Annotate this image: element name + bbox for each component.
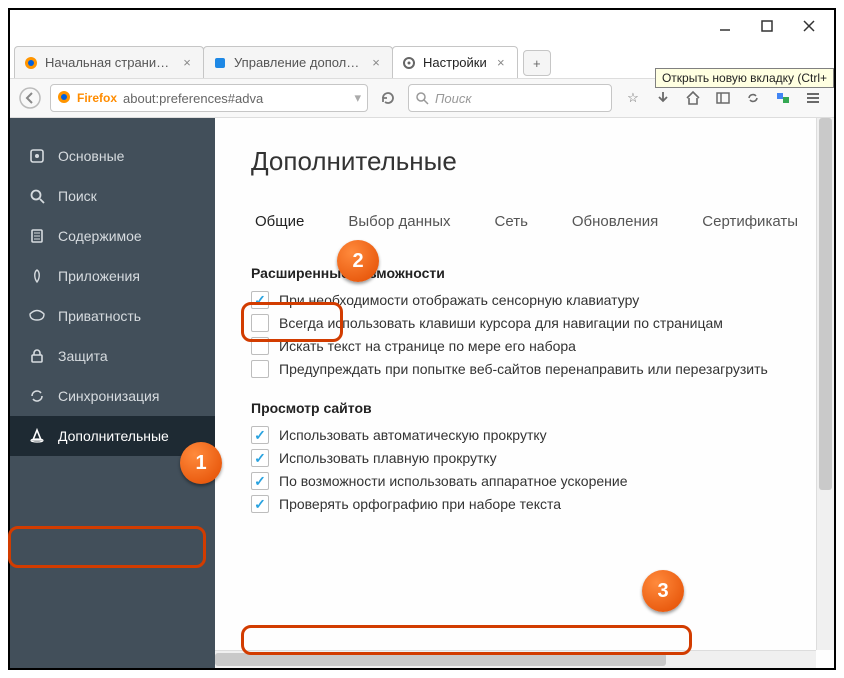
tab-close-icon[interactable]: ×: [368, 55, 384, 71]
annotation-badge-3: 3: [642, 570, 684, 612]
general-icon: [28, 147, 46, 165]
checkbox[interactable]: [251, 449, 269, 467]
mask-icon: [28, 307, 46, 325]
subtab-general[interactable]: Общие: [251, 205, 308, 238]
sidebar-item-general[interactable]: Основные: [10, 136, 215, 176]
sidebar-item-security[interactable]: Защита: [10, 336, 215, 376]
checkbox[interactable]: [251, 426, 269, 444]
wizard-hat-icon: [28, 427, 46, 445]
lock-icon: [28, 347, 46, 365]
sync-icon[interactable]: [738, 84, 768, 112]
search-placeholder: Поиск: [435, 91, 472, 106]
checkbox[interactable]: [251, 495, 269, 513]
sidebar-item-search[interactable]: Поиск: [10, 176, 215, 216]
home-icon[interactable]: [678, 84, 708, 112]
checkbox[interactable]: [251, 314, 269, 332]
annotation-badge-1: 1: [180, 442, 222, 484]
window-maximize-button[interactable]: [746, 13, 788, 39]
horizontal-scrollbar[interactable]: [215, 650, 816, 668]
annotation-badge-2: 2: [337, 240, 379, 282]
firefox-icon: [57, 90, 71, 107]
section-browsing-header: Просмотр сайтов: [251, 400, 834, 416]
preferences-main: Дополнительные Общие Выбор данных Сеть О…: [215, 118, 834, 668]
checkbox-label: По возможности использовать аппаратное у…: [279, 473, 628, 489]
search-box[interactable]: Поиск: [408, 84, 612, 112]
browser-tab-settings[interactable]: Настройки ×: [392, 46, 518, 78]
search-icon: [28, 187, 46, 205]
url-bar[interactable]: Firefox about:preferences#adva ▾: [50, 84, 368, 112]
sidebar-item-label: Поиск: [58, 188, 97, 204]
back-button[interactable]: [16, 84, 44, 112]
new-tab-button[interactable]: +: [523, 50, 551, 76]
scrollbar-thumb[interactable]: [819, 118, 832, 490]
sidebar-item-label: Основные: [58, 148, 124, 164]
checkbox-label: Использовать автоматическую прокрутку: [279, 427, 547, 443]
checkbox-row-search-typing[interactable]: Искать текст на странице по мере его наб…: [251, 337, 834, 355]
checkbox-label: Предупреждать при попытке веб-сайтов пер…: [279, 361, 768, 377]
window-titlebar: [10, 10, 834, 42]
tab-label: Управление дополнен...: [234, 55, 362, 70]
tab-label: Настройки: [423, 55, 487, 70]
checkbox-label: Проверять орфографию при наборе текста: [279, 496, 561, 512]
sidebar-item-label: Синхронизация: [58, 388, 159, 404]
checkbox[interactable]: [251, 337, 269, 355]
new-tab-tooltip: Открыть новую вкладку (Ctrl+: [655, 68, 834, 88]
checkbox-row-cursor-keys[interactable]: Всегда использовать клавиши курсора для …: [251, 314, 834, 332]
url-brand-label: Firefox: [77, 91, 117, 105]
sidebar-item-label: Приложения: [58, 268, 140, 284]
sidebar-item-content[interactable]: Содержимое: [10, 216, 215, 256]
subtab-certificates[interactable]: Сертификаты: [698, 205, 802, 238]
checkbox-row-hw-accel[interactable]: По возможности использовать аппаратное у…: [251, 472, 834, 490]
downloads-icon[interactable]: [648, 84, 678, 112]
dropdown-icon[interactable]: ▾: [354, 90, 361, 106]
tab-close-icon[interactable]: ×: [179, 55, 195, 71]
self-support-icon[interactable]: ☆: [618, 84, 648, 112]
page-title: Дополнительные: [251, 146, 834, 177]
preferences-sidebar: Основные Поиск Содержимое Приложения При…: [10, 118, 215, 668]
sidebar-item-label: Приватность: [58, 308, 141, 324]
browser-tab-addons[interactable]: Управление дополнен... ×: [203, 46, 393, 78]
subtab-updates[interactable]: Обновления: [568, 205, 662, 238]
checkbox[interactable]: [251, 360, 269, 378]
puzzle-icon: [212, 55, 228, 71]
reload-button[interactable]: [374, 84, 402, 112]
advanced-subtabs: Общие Выбор данных Сеть Обновления Серти…: [251, 205, 834, 239]
checkbox-label: При необходимости отображать сенсорную к…: [279, 292, 639, 308]
menu-icon[interactable]: [798, 84, 828, 112]
checkbox[interactable]: [251, 472, 269, 490]
sync-icon: [28, 387, 46, 405]
url-text: about:preferences#adva: [123, 91, 348, 106]
checkbox-row-spellcheck[interactable]: Проверять орфографию при наборе текста: [251, 495, 834, 513]
checkbox-label: Искать текст на странице по мере его наб…: [279, 338, 576, 354]
window-close-button[interactable]: [788, 13, 830, 39]
tab-label: Начальная страница ...: [45, 55, 173, 70]
sidebar-item-applications[interactable]: Приложения: [10, 256, 215, 296]
window-minimize-button[interactable]: [704, 13, 746, 39]
browser-tab-start[interactable]: Начальная страница ... ×: [14, 46, 204, 78]
checkbox-row-redirect-warn[interactable]: Предупреждать при попытке веб-сайтов пер…: [251, 360, 834, 378]
search-icon: [415, 91, 429, 105]
sidebar-item-sync[interactable]: Синхронизация: [10, 376, 215, 416]
document-icon: [28, 227, 46, 245]
checkbox-row-touch-keyboard[interactable]: При необходимости отображать сенсорную к…: [251, 291, 834, 309]
sidebar-item-privacy[interactable]: Приватность: [10, 296, 215, 336]
sidebar-item-label: Защита: [58, 348, 108, 364]
tab-close-icon[interactable]: ×: [493, 55, 509, 71]
subtab-data-choices[interactable]: Выбор данных: [344, 205, 454, 238]
scrollbar-thumb[interactable]: [215, 653, 666, 666]
translate-icon[interactable]: [768, 84, 798, 112]
gear-icon: [401, 55, 417, 71]
subtab-network[interactable]: Сеть: [491, 205, 532, 238]
rocket-icon: [28, 267, 46, 285]
checkbox-row-smooth-scroll[interactable]: Использовать плавную прокрутку: [251, 449, 834, 467]
sidebar-icon[interactable]: [708, 84, 738, 112]
sidebar-item-label: Дополнительные: [58, 428, 169, 444]
checkbox-label: Всегда использовать клавиши курсора для …: [279, 315, 723, 331]
checkbox-label: Использовать плавную прокрутку: [279, 450, 497, 466]
vertical-scrollbar[interactable]: [816, 118, 834, 650]
checkbox[interactable]: [251, 291, 269, 309]
firefox-icon: [23, 55, 39, 71]
checkbox-row-auto-scroll[interactable]: Использовать автоматическую прокрутку: [251, 426, 834, 444]
sidebar-item-label: Содержимое: [58, 228, 142, 244]
